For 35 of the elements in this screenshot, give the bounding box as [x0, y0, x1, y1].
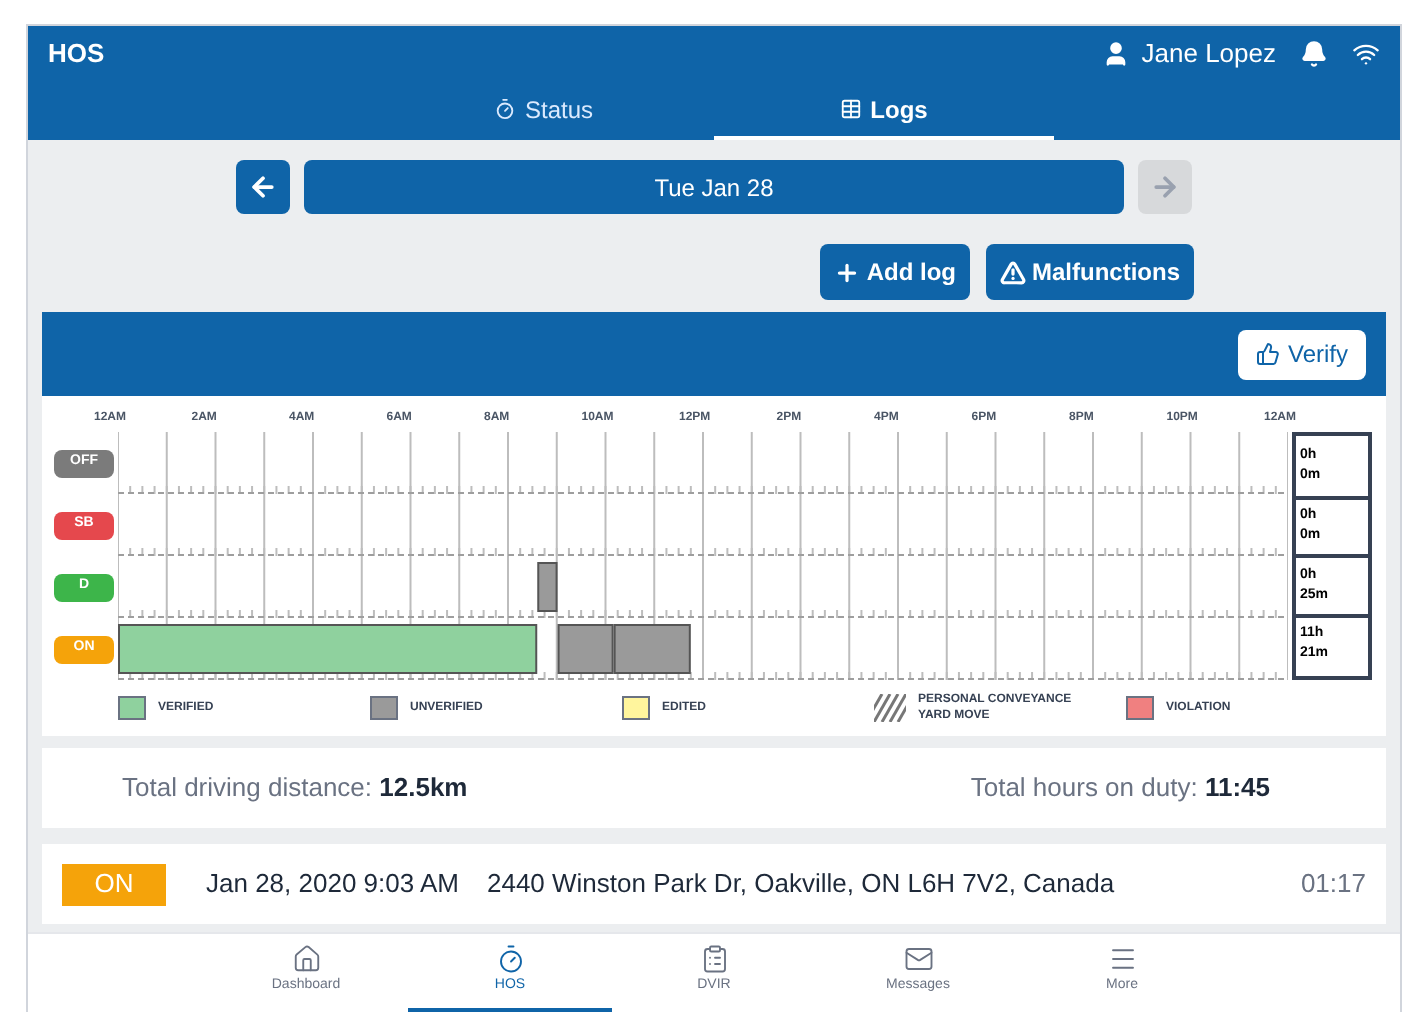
plus-icon [834, 259, 861, 285]
legend-swatch [622, 696, 650, 720]
hours-on-duty: Total hours on duty: 11:45 [970, 770, 1270, 807]
legend-swatch [370, 696, 398, 720]
tab[interactable]: Status [374, 82, 714, 140]
tab[interactable]: Logs [714, 82, 1054, 140]
entry-duration: 01:17 [1300, 866, 1366, 903]
app-title: HOS [48, 36, 105, 73]
wifi-icon [1352, 40, 1380, 68]
warning-icon [1000, 259, 1026, 285]
user-icon [1101, 40, 1130, 68]
action-button[interactable]: Add log [820, 244, 970, 300]
hatch-swatch-icon [874, 694, 906, 722]
legend-swatch [118, 696, 146, 720]
previous-day-button[interactable] [236, 160, 290, 214]
status-badge: ON [62, 863, 166, 905]
action-button[interactable]: Malfunctions [986, 244, 1194, 300]
home-icon [291, 944, 321, 975]
verify-button[interactable]: Verify [1237, 329, 1366, 379]
bell-icon[interactable] [1300, 40, 1328, 68]
menu-icon [1107, 944, 1137, 975]
stopwatch-icon [494, 98, 517, 120]
legend-swatch [1126, 696, 1154, 720]
thumbs-up-icon [1255, 342, 1280, 366]
clipboard-icon [699, 944, 729, 975]
arrow-right-icon [1150, 172, 1180, 202]
table-icon [840, 98, 863, 120]
entry-address: 2440 Winston Park Dr, Oakville, ON L6H 7V2, Canada [486, 866, 1115, 903]
driving-distance: Total driving distance: 12.5km [122, 770, 468, 807]
user-name: Jane Lopez [1141, 36, 1276, 73]
log-entry-row[interactable]: ON Jan 28, 2020 9:03 AM 2440 Winston Park Dr, Oakville, ON L6H 7V2, Canada 01:17 [42, 844, 1386, 924]
date-bar: Tue Jan 28 [304, 160, 1124, 214]
stopwatch-icon [495, 944, 525, 975]
entry-time: Jan 28, 2020 9:03 AM [206, 866, 459, 903]
envelope-icon [903, 944, 933, 975]
